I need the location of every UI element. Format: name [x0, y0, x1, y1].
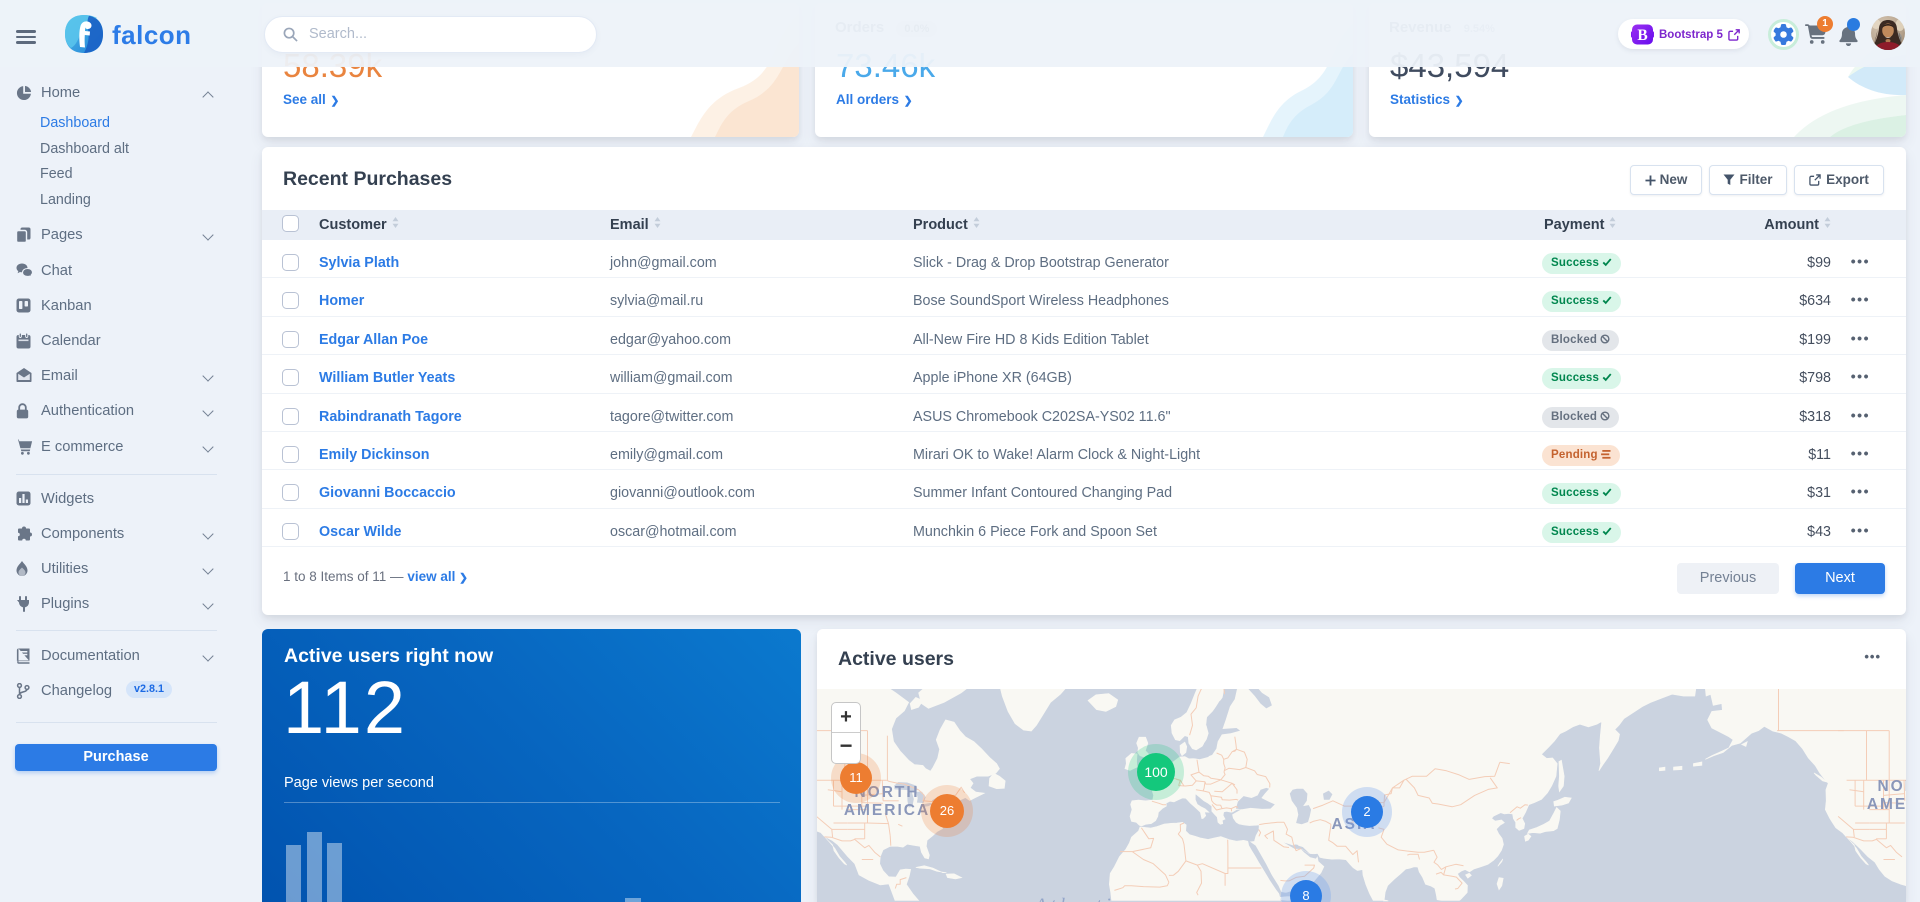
- svg-text:B: B: [1637, 27, 1647, 44]
- svg-text:NORTH: NORTH: [1877, 778, 1906, 795]
- svg-text:AMERICA: AMERICA: [844, 802, 930, 819]
- svg-text:AMERICA: AMERICA: [1867, 796, 1906, 813]
- svg-text:Atlantic: Atlantic: [1033, 895, 1127, 902]
